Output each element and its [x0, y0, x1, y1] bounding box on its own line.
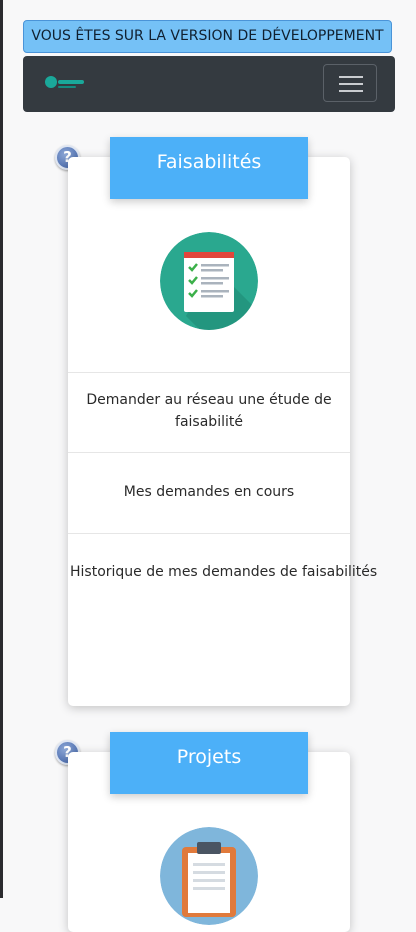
- menu-item-demandes-en-cours[interactable]: Mes demandes en cours: [68, 481, 350, 503]
- card-title-projets: Projets: [110, 732, 308, 794]
- divider: [68, 452, 350, 453]
- card-faisabilites: Demander au réseau une étude de faisabil…: [68, 157, 377, 706]
- left-edge-rule: [0, 0, 3, 898]
- menu-item-label: faisabilité: [175, 414, 243, 430]
- menu-item-label: Demander au réseau une étude de: [86, 392, 332, 408]
- dev-version-banner: VOUS ÊTES SUR LA VERSION DE DÉVELOPPEMEN…: [23, 20, 392, 53]
- menu-item-historique[interactable]: Historique de mes demandes de faisabilit…: [68, 561, 377, 583]
- navbar: [23, 56, 395, 112]
- card-title-faisabilites: Faisabilités: [110, 137, 308, 199]
- divider: [68, 372, 350, 373]
- clipboard-icon: [160, 827, 258, 925]
- checklist-icon: [160, 232, 258, 330]
- brand-logo[interactable]: [45, 76, 85, 90]
- logo-wordmark-sub: [58, 86, 76, 88]
- divider: [68, 533, 350, 534]
- logo-mark-icon: [45, 76, 57, 88]
- logo-wordmark: [58, 80, 84, 84]
- menu-item-demander-etude[interactable]: Demander au réseau une étude de faisabil…: [68, 389, 350, 433]
- navbar-toggle-button[interactable]: [323, 64, 377, 102]
